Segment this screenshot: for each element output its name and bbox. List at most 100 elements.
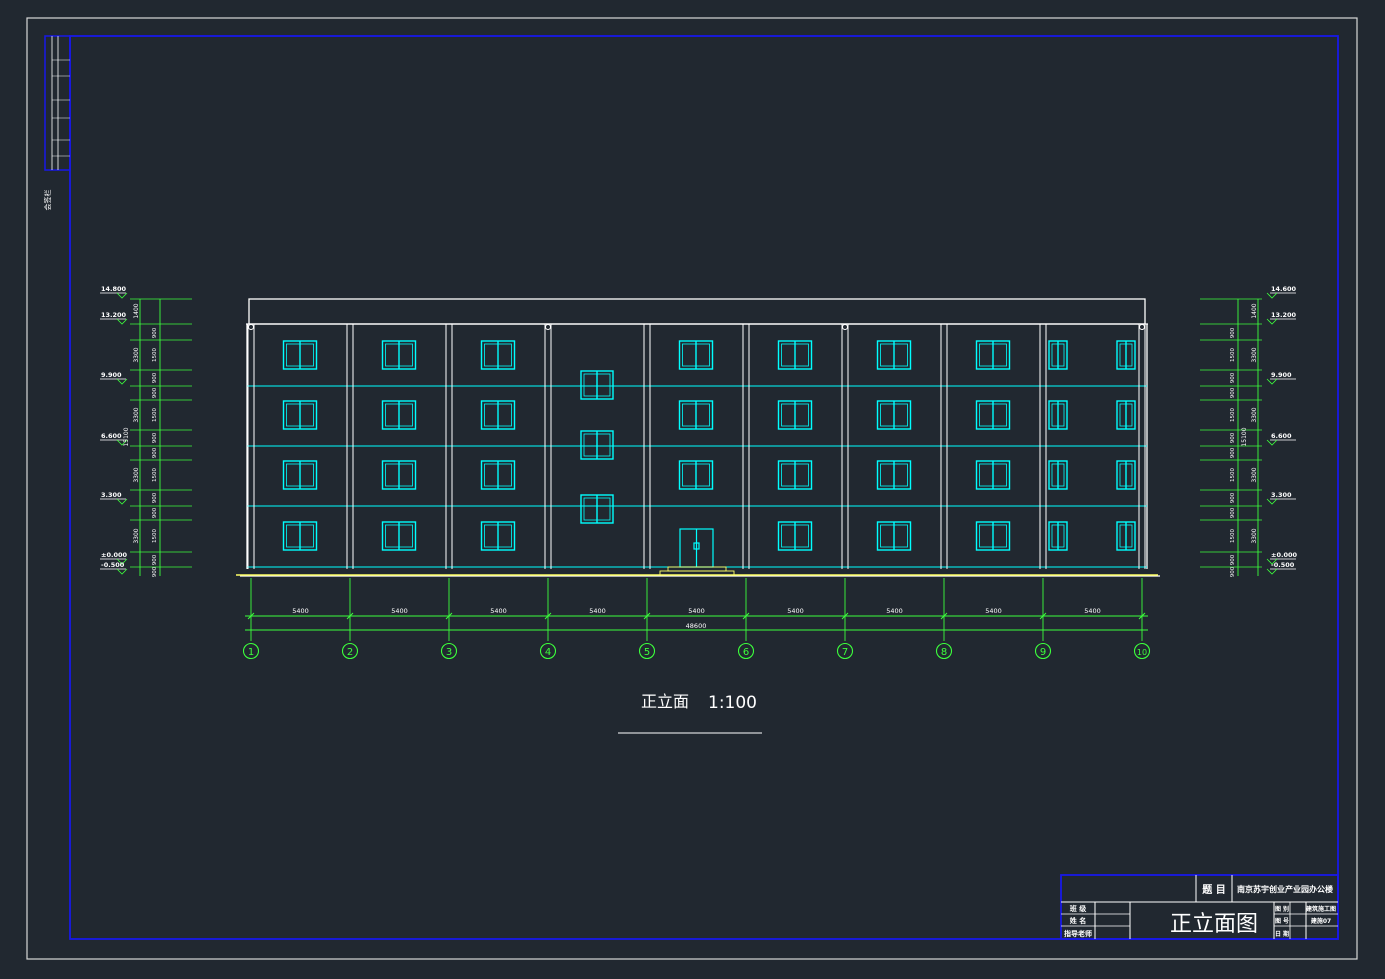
downpipe-head (545, 324, 551, 330)
axis-label: 8 (941, 647, 947, 658)
level-marker-triangle (1266, 378, 1278, 385)
downpipe-head (842, 324, 848, 330)
title-block-project-name: 南京苏宇创业产业园办公楼 (1237, 884, 1333, 894)
window (381, 460, 417, 490)
level-marker-triangle (1266, 318, 1278, 325)
level-label: -0.500 (1271, 561, 1295, 569)
bay-dim-label: 5400 (292, 607, 309, 615)
vertical-dim-inner: 1500 (1230, 408, 1236, 422)
level-marker-triangle (1266, 439, 1278, 446)
level-label: ±0.000 (1271, 551, 1297, 559)
window (777, 340, 813, 370)
vertical-dim-inner: 900 (1230, 432, 1236, 443)
axis-label: 3 (446, 647, 452, 658)
vertical-dim-inner: 900 (1230, 492, 1236, 503)
entrance-door (679, 528, 714, 568)
title-block-drawing-name: 正立面图 (1170, 912, 1258, 937)
window (381, 400, 417, 430)
window (580, 430, 614, 460)
drawing-caption-scale: 1:100 (708, 693, 757, 713)
level-marker-triangle (116, 568, 128, 575)
bay-dim-label: 5400 (688, 607, 705, 615)
window (1116, 400, 1136, 430)
vertical-dim-inner: 900 (1230, 327, 1236, 338)
title-block-row-name: 姓 名 (1069, 916, 1086, 925)
total-dim-label: 48600 (686, 622, 707, 630)
level-label: 14.600 (1271, 285, 1297, 293)
level-label: 3.300 (1271, 491, 1292, 499)
window (975, 521, 1011, 551)
signature-strip-label: 会签栏 (43, 190, 52, 211)
axis-bubbles: 1 2 3 4 5 6 7 8 9 10 (242, 642, 1151, 660)
level-label: 6.600 (1271, 432, 1292, 440)
window (480, 521, 516, 551)
window (480, 400, 516, 430)
vertical-dim-inner: 900 (152, 507, 158, 518)
level-marker-triangle (116, 498, 128, 505)
vertical-dim-outer: 3300 (1251, 528, 1258, 543)
vertical-dim-outer: 3300 (133, 467, 140, 482)
axis-label: 2 (347, 647, 353, 658)
level-marker-triangle (116, 292, 128, 299)
vertical-dim-inner: 900 (152, 327, 158, 338)
axis-label: 5 (644, 647, 650, 658)
downpipe-head (248, 324, 254, 330)
vertical-dim-inner: 900 (1230, 554, 1236, 565)
level-marker-triangle (116, 378, 128, 385)
title-block-value-number: 建施07 (1311, 917, 1331, 925)
level-label: 3.300 (101, 491, 122, 499)
vertical-dim-inner: 1500 (1230, 348, 1236, 362)
level-marker-triangle (1266, 292, 1278, 299)
window (1048, 521, 1068, 551)
vertical-dim-total: 15100 (123, 427, 130, 446)
vertical-dim-inner: 900 (152, 387, 158, 398)
right-elevation-dimensions: 14.600 13.200 9.900 6.600 3.300 ±0.000 -0.500 1… (1200, 285, 1297, 577)
title-block-project-label: 题 目 (1202, 884, 1225, 896)
bay-dim-label: 5400 (985, 607, 1002, 615)
window (975, 460, 1011, 490)
title-block-label-date: 日 期 (1275, 930, 1289, 938)
axis-label: 6 (743, 647, 749, 658)
vertical-dim-inner: 900 (1230, 507, 1236, 518)
level-label: -0.500 (101, 561, 125, 569)
entrance-steps (659, 566, 735, 576)
window (876, 460, 912, 490)
vertical-dim-outer: 3300 (133, 528, 140, 543)
axis-label: 7 (842, 647, 848, 658)
bay-dim-label: 5400 (391, 607, 408, 615)
bay-dim-label: 5400 (490, 607, 507, 615)
level-label: 13.200 (1271, 311, 1297, 319)
vertical-dim-inner: 900 (152, 566, 158, 577)
vertical-dim-inner: 900 (152, 492, 158, 503)
bay-dim-label: 5400 (886, 607, 903, 615)
window (876, 340, 912, 370)
window (381, 340, 417, 370)
vertical-dim-inner: 900 (152, 447, 158, 458)
bay-dim-label: 5400 (787, 607, 804, 615)
title-block-label-number: 图 号 (1275, 917, 1289, 925)
window (480, 340, 516, 370)
vertical-dim-outer: 3300 (133, 347, 140, 362)
window (1048, 340, 1068, 370)
window (282, 460, 318, 490)
inner-frame-border (69, 35, 1339, 940)
vertical-dim-outer: 3300 (1251, 347, 1258, 362)
signature-strip (44, 35, 71, 171)
window (678, 340, 714, 370)
window (777, 400, 813, 430)
vertical-dim-inner: 900 (1230, 372, 1236, 383)
vertical-dim-inner: 900 (152, 554, 158, 565)
vertical-dim-outer: 1400 (1251, 303, 1258, 318)
vertical-dim-inner: 900 (1230, 447, 1236, 458)
window (480, 460, 516, 490)
window (1116, 460, 1136, 490)
window (1116, 521, 1136, 551)
axis-label: 4 (545, 647, 551, 658)
level-marker-triangle (1266, 568, 1278, 575)
window (975, 340, 1011, 370)
title-block-row-advisor: 指导老师 (1064, 929, 1092, 938)
vertical-dim-inner: 1500 (152, 408, 158, 422)
level-label: 6.600 (101, 432, 122, 440)
left-elevation-dimensions: 14.800 13.200 9.900 6.600 3.300 ±0.000 -0.500 1… (100, 285, 192, 577)
level-marker-triangle (116, 318, 128, 325)
